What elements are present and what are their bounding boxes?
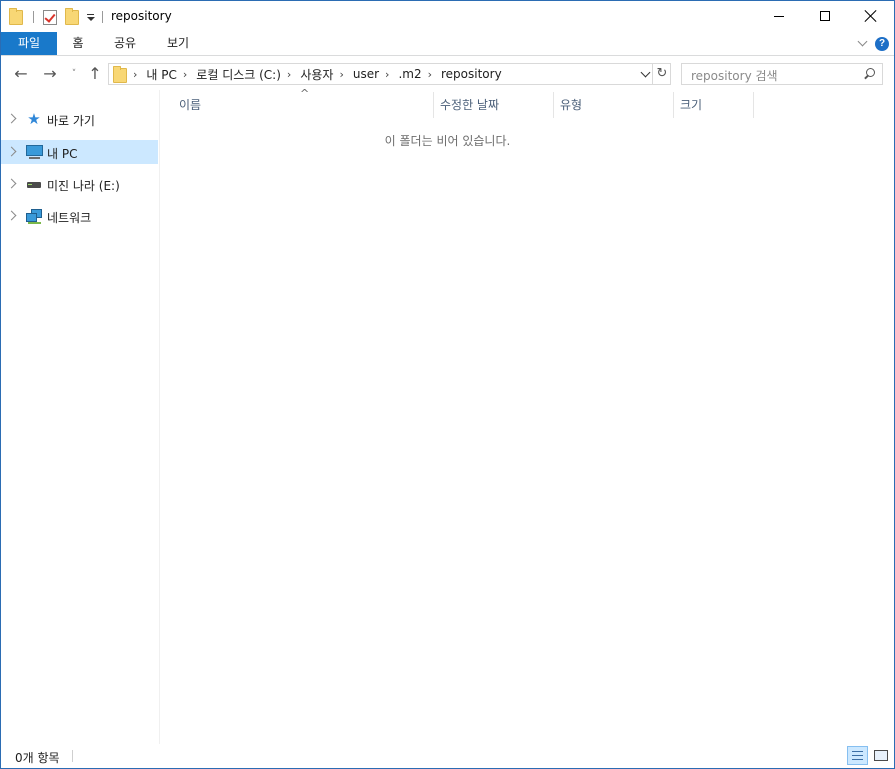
chevron-right-icon[interactable]: ›: [287, 68, 291, 81]
title-bar: repository: [1, 1, 894, 32]
new-folder-icon[interactable]: [65, 8, 79, 25]
breadcrumb: › 내 PC › 로컬 디스크 (C:) › 사용자 › user › .m2 …: [133, 64, 502, 84]
breadcrumb-users[interactable]: 사용자: [300, 66, 333, 83]
item-count: 0개 항목: [15, 751, 60, 765]
close-button[interactable]: [848, 1, 894, 31]
breadcrumb-user[interactable]: user: [353, 67, 379, 81]
status-divider: [72, 750, 73, 762]
navigation-bar: ← → ˅ ↑ › 내 PC › 로컬 디스크 (C:) › 사용자 › use…: [1, 57, 894, 90]
sidebar-item-network[interactable]: 네트워크: [1, 204, 158, 228]
folder-icon[interactable]: [9, 8, 23, 25]
chevron-right-icon[interactable]: ›: [133, 68, 137, 81]
column-header-date-modified[interactable]: 수정한 날짜: [440, 92, 550, 118]
search-input[interactable]: repository 검색: [681, 63, 883, 85]
breadcrumb-this-pc[interactable]: 내 PC: [146, 66, 176, 83]
sidebar-item-quick-access[interactable]: ★ 바로 가기: [1, 107, 158, 131]
details-view-icon[interactable]: [847, 746, 868, 765]
column-header-size[interactable]: 크기: [680, 92, 750, 118]
minimize-button[interactable]: [756, 1, 802, 31]
large-icons-view-icon[interactable]: [871, 746, 890, 765]
up-button[interactable]: ↑: [85, 64, 105, 84]
chevron-right-icon[interactable]: ›: [183, 68, 187, 81]
refresh-button[interactable]: ↻: [652, 64, 671, 84]
computer-icon: [25, 144, 43, 160]
ribbon-tabs: 파일 홈 공유 보기 ?: [1, 32, 894, 56]
column-header-name[interactable]: 이름: [179, 92, 429, 118]
column-header-type[interactable]: 유형: [560, 92, 670, 118]
properties-icon[interactable]: [43, 9, 57, 25]
column-divider[interactable]: [753, 92, 754, 118]
title-divider: [102, 11, 103, 23]
quick-access-toolbar: [9, 7, 103, 27]
navigation-pane: ★ 바로 가기 내 PC 미진 나라 (E:) 네트워크: [1, 90, 160, 744]
chevron-right-icon[interactable]: ›: [428, 68, 432, 81]
search-icon[interactable]: [863, 68, 875, 80]
status-bar: 0개 항목: [1, 744, 894, 768]
tab-share[interactable]: 공유: [109, 32, 141, 55]
empty-folder-message: 이 폴더는 비어 있습니다.: [384, 134, 511, 148]
chevron-right-icon[interactable]: ›: [385, 68, 389, 81]
window-controls: [756, 1, 894, 31]
customize-toolbar-icon[interactable]: [86, 10, 96, 24]
chevron-right-icon[interactable]: ›: [339, 68, 343, 81]
star-icon: ★: [27, 110, 41, 128]
column-divider[interactable]: [673, 92, 674, 118]
sidebar-item-label: 미진 나라 (E:): [47, 179, 120, 193]
forward-button[interactable]: →: [40, 64, 60, 84]
address-bar[interactable]: › 내 PC › 로컬 디스크 (C:) › 사용자 › user › .m2 …: [108, 63, 671, 85]
tab-view[interactable]: 보기: [162, 32, 194, 55]
sidebar-item-this-pc[interactable]: 내 PC: [1, 140, 158, 164]
window-title: repository: [111, 9, 172, 23]
breadcrumb-repository[interactable]: repository: [441, 67, 502, 81]
explorer-window: repository 파일 홈 공유 보기 ? ← → ˅ ↑ › 내 PC ›…: [0, 0, 895, 769]
column-divider[interactable]: [553, 92, 554, 118]
maximize-button[interactable]: [802, 1, 848, 31]
network-icon: [25, 208, 43, 224]
tab-file[interactable]: 파일: [1, 32, 57, 55]
minimize-icon: [774, 15, 784, 17]
back-button[interactable]: ←: [11, 64, 31, 84]
expand-ribbon-icon[interactable]: [858, 38, 868, 48]
sidebar-item-drive-e[interactable]: 미진 나라 (E:): [1, 172, 158, 196]
breadcrumb-local-disk[interactable]: 로컬 디스크 (C:): [196, 66, 281, 83]
close-icon: [865, 10, 877, 22]
sidebar-item-label: 내 PC: [47, 147, 78, 161]
sidebar-item-label: 네트워크: [47, 211, 92, 225]
sidebar-item-label: 바로 가기: [47, 114, 95, 128]
file-list: ^ 이름 수정한 날짜 유형 크기 이 폴더는 비어 있습니다.: [161, 87, 894, 744]
tab-home[interactable]: 홈: [67, 32, 89, 55]
location-folder-icon: [113, 66, 127, 83]
recent-locations-button[interactable]: ˅: [64, 64, 84, 84]
chevron-right-icon[interactable]: [6, 210, 17, 221]
column-divider[interactable]: [433, 92, 434, 118]
chevron-right-icon[interactable]: [6, 146, 17, 157]
search-placeholder: repository 검색: [691, 69, 778, 83]
chevron-right-icon[interactable]: [6, 178, 17, 189]
help-icon[interactable]: ?: [875, 37, 889, 51]
maximize-icon: [820, 11, 830, 21]
breadcrumb-m2[interactable]: .m2: [398, 67, 421, 81]
address-dropdown-icon[interactable]: [640, 68, 652, 80]
toolbar-divider: [33, 11, 34, 23]
chevron-right-icon[interactable]: [6, 113, 17, 124]
drive-icon: [25, 176, 43, 192]
